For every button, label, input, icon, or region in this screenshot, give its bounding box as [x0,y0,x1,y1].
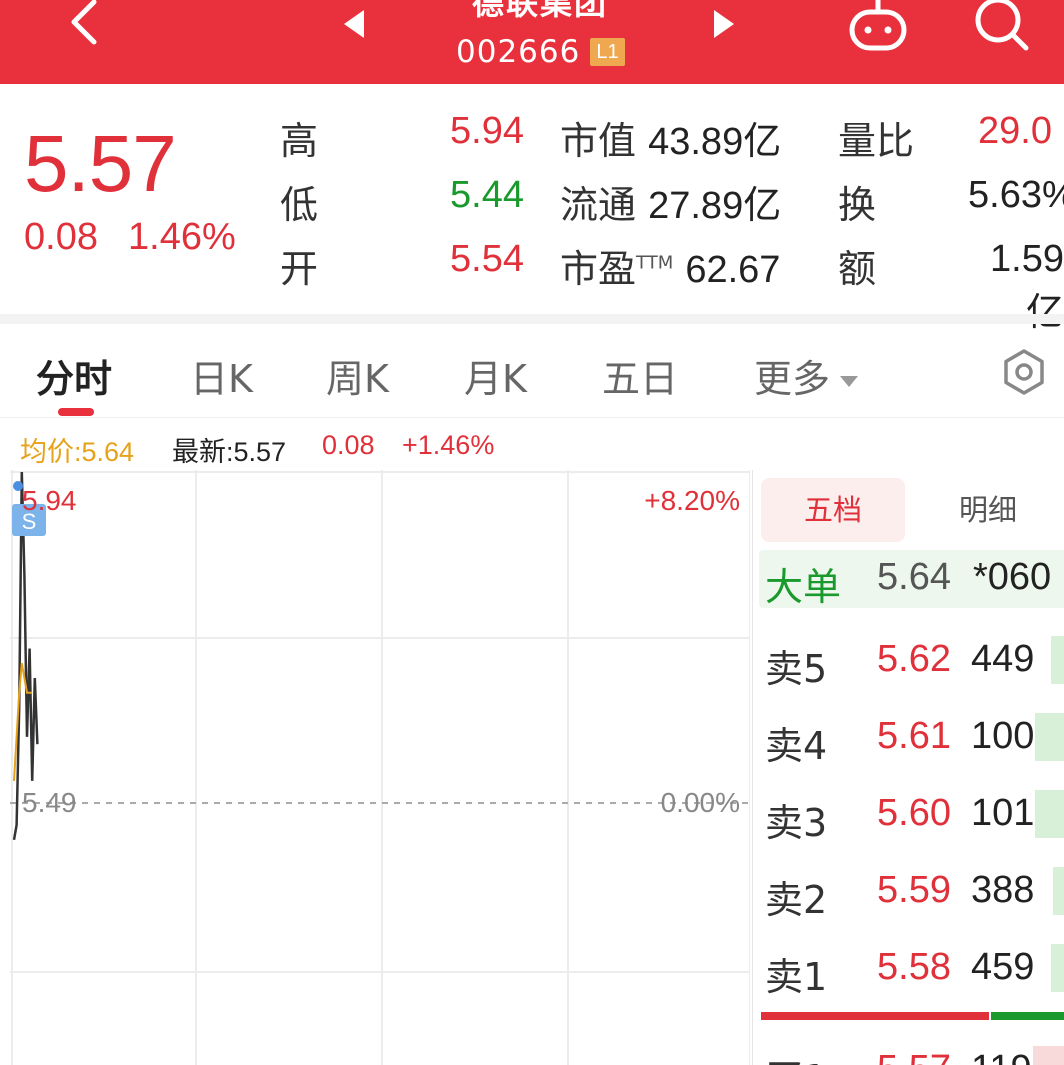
prev-stock-icon[interactable] [340,6,370,40]
chart-prev-close: 5.49 [22,787,77,818]
stock-code: 002666 [456,34,581,70]
big-order-price: 5.64 [877,556,951,598]
chart-top-pct: +8.20% [644,485,740,516]
ask-volume-bar [1053,867,1064,915]
market-cap: 市值 43.89亿 [560,110,781,165]
big-order-volume: *060 [973,556,1052,598]
bid-row[interactable]: 买1 5.57 1192 [753,1040,1064,1065]
ask-price: 5.58 [877,946,951,988]
pe-ratio: 市盈TTM 62.67 [560,238,780,293]
tab-five-levels[interactable]: 五档 [761,478,905,542]
tab-daily-k[interactable]: 日K [190,348,253,403]
chart-settings-icon[interactable] [1000,348,1048,396]
code-row: 002666 L1 [456,34,625,70]
ask-label: 卖2 [765,878,828,922]
vol-ratio-value: 29.0 [978,110,1052,152]
ask-price: 5.60 [877,792,951,834]
turnover-value: 5.63% [968,174,1064,216]
open-value: 5.54 [450,238,524,280]
market-cap-label: 市值 [560,119,637,163]
avg-price: 均价:5.64 [20,437,135,467]
ask-price: 5.61 [877,715,951,757]
bid-label: 买1 [765,1048,827,1065]
latest-change: 0.08 [322,430,375,460]
price-change: 0.08 [24,216,98,258]
amount-label: 额 [838,247,877,291]
intraday-chart[interactable]: S 5.94 +8.20% 5.49 0.00% [10,470,751,1065]
ask-price: 5.62 [877,638,951,680]
float-cap-value: 27.89亿 [648,185,782,227]
buy-sell-ratio-bar [761,1012,1064,1020]
ask-row[interactable]: 卖2 5.59 388 [753,861,1064,922]
sell-ratio-bar [761,1012,989,1020]
ask-volume: 459 [971,946,1035,988]
latest-price: 最新:5.57 [172,437,287,467]
ask-row[interactable]: 卖1 5.58 459 [753,938,1064,999]
pe-value: 62.67 [685,249,781,291]
open-label: 开 [280,247,319,291]
bid-volume-bar [1033,1046,1064,1065]
tab-five-day[interactable]: 五日 [602,348,678,403]
high-value: 5.94 [450,110,524,152]
active-tab-indicator [58,408,94,416]
market-cap-value: 43.89亿 [648,121,782,163]
tab-trade-detail[interactable]: 明细 [923,478,1053,542]
intraday-chart-svg: S 5.94 +8.20% 5.49 0.00% [10,470,751,1065]
ask-row[interactable]: 卖4 5.61 1001 [753,707,1064,768]
tab-monthly-k[interactable]: 月K [464,348,527,403]
ask-label: 卖3 [765,801,828,845]
ask-volume-bar [1051,944,1064,992]
pe-label: 市盈 [560,247,637,291]
chart-tabs: 分时 日K 周K 月K 五日 更多 [0,324,1064,418]
ask-volume: 388 [971,869,1035,911]
order-book-panel: 五档 明细 大单 5.64 *060 卖5 5.62 449 卖4 5.61 1… [752,470,1064,1065]
low-value: 5.44 [450,174,524,216]
section-divider [0,314,1064,324]
tab-weekly-k[interactable]: 周K [326,348,389,403]
ask-label: 卖1 [765,955,828,999]
big-order-label: 大单 [765,565,842,609]
robot-icon[interactable] [846,0,910,54]
float-cap: 流通 27.89亿 [560,174,781,229]
stock-name: 德联集团 [471,0,608,22]
ask-row[interactable]: 卖5 5.62 449 [753,630,1064,691]
big-order-row[interactable]: 大单 5.64 *060 [759,550,1064,609]
level-badge: L1 [590,38,625,66]
chevron-down-icon [840,376,859,387]
quote-summary: 5.57 0.08 1.46% 高 低 开 5.94 5.44 5.54 市值 … [0,84,1064,334]
ask-volume-bar [1035,790,1064,838]
ask-volume-bar [1051,636,1064,684]
ask-label: 卖5 [765,647,828,691]
chart-top-price: 5.94 [22,485,77,516]
intraday-info-line: 均价:5.64 最新:5.57 0.08 +1.46% [0,418,1064,470]
app-root: 德联集团 002666 L1 5.57 0.08 1.46% 高 低 开 5.9… [0,0,1064,1065]
vol-ratio-label: 量比 [838,119,915,163]
tab-more-label: 更多 [754,357,831,401]
float-cap-label: 流通 [560,183,637,227]
tab-more[interactable]: 更多 [754,348,859,403]
next-stock-icon[interactable] [708,6,738,40]
latest-change-pct: +1.46% [402,430,495,460]
back-arrow-icon[interactable] [62,0,108,50]
buy-ratio-bar [991,1012,1064,1020]
low-label: 低 [280,183,319,227]
ask-volume-bar [1035,713,1064,761]
pe-ttm-label: TTM [636,252,674,274]
price-change-pct: 1.46% [128,216,236,258]
ask-row[interactable]: 卖3 5.60 1010 [753,784,1064,845]
last-price: 5.57 [24,119,177,208]
ask-price: 5.59 [877,869,951,911]
tab-intraday[interactable]: 分时 [36,348,112,403]
search-icon[interactable] [970,0,1032,54]
top-bar: 德联集团 002666 L1 [0,0,1064,84]
bid-price: 5.57 [877,1048,951,1065]
high-label: 高 [280,119,319,163]
ask-label: 卖4 [765,724,828,768]
ask-volume: 449 [971,638,1035,680]
turnover-label: 换 [838,183,877,227]
chart-zero-pct: 0.00% [661,787,740,818]
